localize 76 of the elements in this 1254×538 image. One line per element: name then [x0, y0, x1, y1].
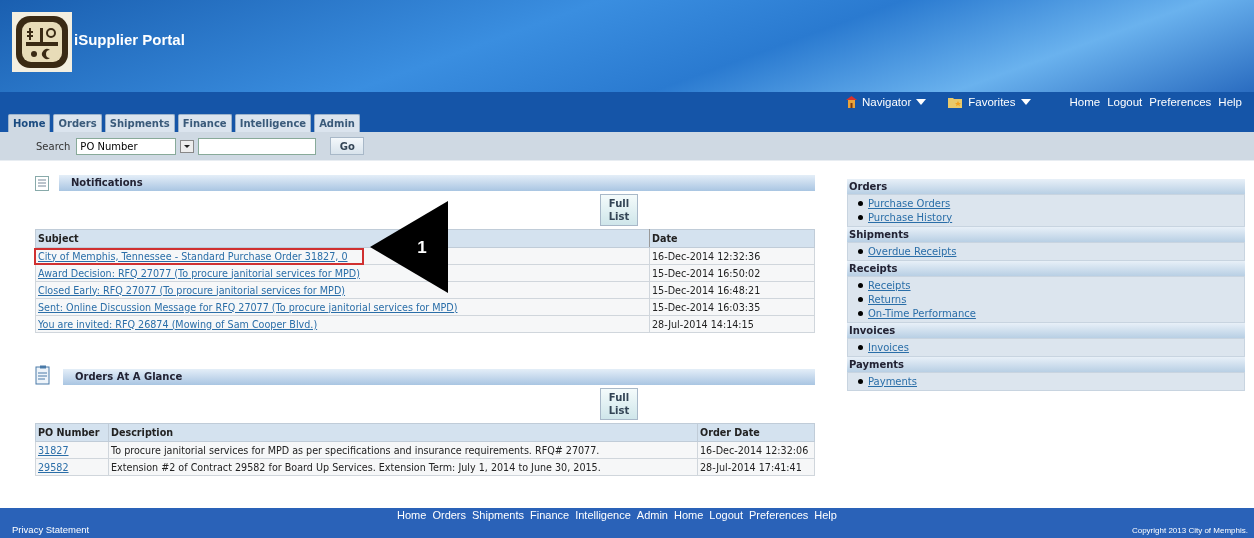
column-header: Description [108, 423, 698, 442]
footer-link[interactable]: Home [397, 509, 427, 521]
go-button[interactable]: Go [330, 137, 365, 155]
list-document-icon [35, 176, 49, 191]
caret-icon [1020, 99, 1031, 105]
nav-tab[interactable]: Admin [314, 114, 360, 132]
table-cell: 16-Dec-2014 12:32:36 [652, 250, 761, 262]
table-cell: 28-Jul-2014 14:14:15 [652, 318, 754, 330]
nav-tab[interactable]: Finance [177, 114, 232, 132]
table-cell: 16-Dec-2014 12:32:06 [700, 444, 809, 456]
table-cell: 28-Jul-2014 17:41:41 [700, 461, 802, 473]
sidebar-link[interactable]: Purchase Orders [868, 197, 951, 209]
footer-link[interactable]: Home [674, 509, 704, 521]
section-header: Orders At A Glance [63, 369, 815, 385]
caret-icon [916, 99, 927, 105]
footer-link[interactable]: Intelligence [575, 509, 631, 521]
table-cell: To procure janitorial services for MPD as per specifications and insurance requirements. RFQ# 27077. [111, 444, 600, 456]
global-link[interactable]: Preferences [1149, 96, 1212, 108]
footer-link[interactable]: Finance [530, 509, 570, 521]
footer-link[interactable]: Help [814, 509, 837, 521]
nav-tab[interactable]: Orders [53, 114, 102, 132]
copyright-text: Copyright 2013 City of Memphis. [1131, 525, 1248, 535]
sidebar-group-header: Orders [847, 179, 1245, 194]
nav-tab[interactable]: Home [8, 114, 51, 132]
footer-link[interactable]: Preferences [749, 509, 809, 521]
search-label: Search [36, 140, 71, 152]
house-icon [846, 96, 857, 108]
sidebar-group-header: Invoices [847, 323, 1245, 338]
table-cell: Extension #2 of Contract 29582 for Board Up Services. Extension Term: July 1, 2014 to June 30, 2015. [111, 461, 601, 473]
bullet-icon [858, 282, 863, 288]
sidebar-group-header: Receipts [847, 261, 1245, 276]
callout-arrow: 1 [370, 201, 450, 293]
search-field[interactable] [198, 137, 317, 155]
global-menu[interactable]: Favorites [948, 96, 1031, 108]
sidebar-link[interactable]: Invoices [868, 341, 909, 353]
global-link[interactable]: Help [1218, 96, 1242, 108]
sidebar-link[interactable]: Overdue Receipts [868, 245, 957, 257]
search-type-dropdown[interactable]: PO Number [76, 137, 177, 155]
global-link[interactable]: Home [1069, 96, 1101, 108]
table-cell: 15-Dec-2014 16:50:02 [652, 267, 761, 279]
dropdown-caret-icon[interactable] [180, 139, 195, 153]
footer-link[interactable]: Admin [636, 509, 668, 521]
privacy-link[interactable]: Privacy Statement [12, 524, 90, 535]
bullet-icon [858, 248, 863, 254]
sidebar-link[interactable]: Receipts [868, 279, 911, 291]
bullet-icon [858, 378, 863, 384]
sidebar-link[interactable]: Payments [868, 375, 917, 387]
sidebar-link[interactable]: Purchase History [868, 211, 953, 223]
table-cell: 15-Dec-2014 16:03:35 [652, 301, 761, 313]
footer-link[interactable]: Shipments [472, 509, 524, 521]
sidebar-group-header: Payments [847, 357, 1245, 372]
bullet-icon [858, 296, 863, 302]
table-cell: 15-Dec-2014 16:48:21 [652, 284, 761, 296]
nav-tab[interactable]: Intelligence [234, 114, 312, 132]
column-header: Date [649, 229, 815, 248]
column-header: Order Date [697, 423, 815, 442]
full-list-button[interactable]: Full List [600, 388, 638, 420]
section-header: Notifications [59, 175, 815, 191]
full-list-button[interactable]: Full List [600, 194, 638, 226]
footer-link[interactable]: Logout [709, 509, 743, 521]
portal-title: iSupplier Portal [74, 30, 185, 48]
clipboard-icon [35, 365, 53, 385]
bullet-icon [858, 310, 863, 316]
column-header: PO Number [35, 423, 109, 442]
sidebar-group-header: Shipments [847, 227, 1245, 242]
bullet-icon [858, 214, 863, 220]
global-link[interactable]: Logout [1107, 96, 1143, 108]
sidebar-link[interactable]: On-Time Performance [868, 307, 976, 319]
global-menu[interactable]: Navigator [846, 96, 927, 108]
folder-star-icon [948, 96, 964, 108]
bullet-icon [858, 200, 863, 206]
nav-tab[interactable]: Shipments [104, 114, 175, 132]
city-seal-logo-icon [12, 12, 72, 72]
bullet-icon [858, 344, 863, 350]
footer-link[interactable]: Orders [432, 509, 467, 521]
sidebar-link[interactable]: Returns [868, 293, 907, 305]
